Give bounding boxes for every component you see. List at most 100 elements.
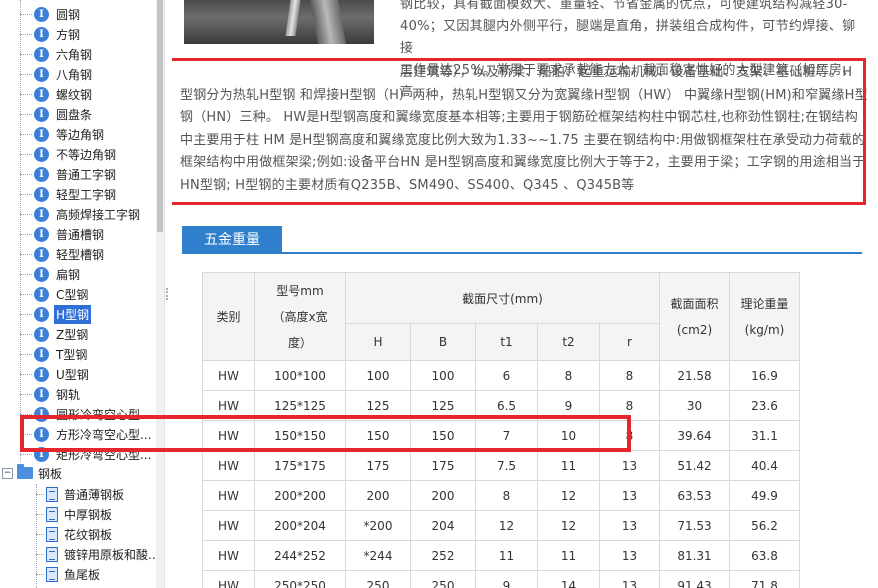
- steel-type-icon: I: [34, 146, 49, 162]
- tree-item[interactable]: I 六角钢: [20, 44, 94, 64]
- tree-item[interactable]: I 普通槽钢: [20, 224, 106, 244]
- scrollbar-thumb[interactable]: [157, 0, 163, 232]
- tree-item[interactable]: I 方钢: [20, 24, 82, 44]
- cell-t2: 14: [537, 570, 600, 588]
- cell-model: 100*100: [254, 360, 346, 391]
- header-r: r: [599, 323, 660, 361]
- tree-item[interactable]: I 等边角钢: [20, 124, 106, 144]
- tree-item-label: C型钢: [56, 287, 89, 302]
- cell-area: 81.31: [659, 540, 730, 571]
- h-beam-product-image: [184, 0, 374, 44]
- tree-item-label: 钢轨: [56, 387, 81, 402]
- cell-H: 200: [345, 480, 411, 511]
- tree-item-label: 圆盘条: [56, 107, 93, 122]
- tree-branch: [20, 273, 32, 275]
- intro-line: 钢比较，具有截面模数大、重量轻、节省金属的优点，可使建筑结构减轻30-: [400, 0, 848, 12]
- tree-item-label: 等边角钢: [56, 127, 105, 142]
- cell-H: 100: [345, 360, 411, 391]
- tree-item[interactable]: I 圆盘条: [20, 104, 94, 124]
- tree-leaf-label: 鱼尾板: [64, 567, 101, 582]
- header-model: 型号mm （高度x宽 度）: [254, 272, 346, 361]
- tree-item[interactable]: I 普通工字钢: [20, 164, 118, 184]
- tree-leaf[interactable]: 花纹钢板: [36, 524, 112, 544]
- steel-type-icon: I: [34, 326, 49, 342]
- tree-branch: [20, 53, 32, 55]
- cell-area: 71.53: [659, 510, 730, 541]
- tree-item[interactable]: I 扁钢: [20, 264, 82, 284]
- tab-hardware-weight[interactable]: 五金重量: [182, 226, 282, 252]
- tree-branch: [20, 173, 32, 175]
- header-section-size: 截面尺寸(mm): [345, 272, 660, 324]
- tree-item-label: Z型钢: [56, 327, 89, 342]
- cell-B: 250: [410, 570, 476, 588]
- header-area-line: 截面面积: [670, 296, 719, 311]
- tree-leaf[interactable]: 普通薄钢板: [36, 484, 124, 504]
- steel-type-icon: I: [34, 166, 49, 182]
- tree-item[interactable]: I Z型钢: [20, 324, 90, 344]
- document-icon: [46, 526, 58, 542]
- header-section-area: 截面面积 (cm2): [659, 272, 730, 361]
- document-icon: [46, 486, 58, 502]
- cell-model: 200*200: [254, 480, 346, 511]
- cell-H: *200: [345, 510, 411, 541]
- cell-t2: 12: [537, 510, 600, 541]
- tree-branch: [20, 333, 32, 335]
- tree-item[interactable]: I 轻型槽钢: [20, 244, 106, 264]
- cell-area: 21.58: [659, 360, 730, 391]
- steel-type-icon: I: [34, 66, 49, 82]
- tree-item[interactable]: I U型钢: [20, 364, 91, 384]
- tree-item-label: 八角钢: [56, 67, 93, 82]
- tree-leaf-label: 中厚钢板: [64, 507, 113, 522]
- cell-category: HW: [202, 510, 255, 541]
- document-icon: [46, 566, 58, 582]
- sidebar-scrollbar[interactable]: [156, 0, 164, 588]
- cell-model: 200*204: [254, 510, 346, 541]
- tree-item[interactable]: I 圆钢: [20, 4, 82, 24]
- tree-item[interactable]: I C型钢: [20, 284, 90, 304]
- pane-splitter[interactable]: [164, 0, 165, 588]
- header-theoretical-weight: 理论重量 (kg/m): [729, 272, 800, 361]
- cell-weight: 23.6: [729, 390, 800, 421]
- tree-branch: [20, 393, 32, 395]
- tree-item[interactable]: I 不等边角钢: [20, 144, 118, 164]
- tree-branch: [20, 213, 32, 215]
- tree-node-steel-plate[interactable]: − 钢板: [0, 462, 62, 484]
- tree-item[interactable]: I T型钢: [20, 344, 89, 364]
- tree-leaf[interactable]: 中厚钢板: [36, 504, 112, 524]
- steel-type-icon: I: [34, 86, 49, 102]
- header-weight-line: 理论重量: [740, 296, 789, 311]
- cell-r: 13: [599, 450, 660, 481]
- row-highlight-box: [20, 415, 631, 452]
- steel-type-icon: I: [34, 26, 49, 42]
- cell-category: HW: [202, 570, 255, 588]
- tree-item[interactable]: I 高频焊接工字钢: [20, 204, 142, 224]
- tree-item-label: 不等边角钢: [56, 147, 117, 162]
- tree-branch: [20, 93, 32, 95]
- cell-t2: 11: [537, 450, 600, 481]
- cell-r: 13: [599, 510, 660, 541]
- tree-leaf-label: 普通薄钢板: [64, 487, 125, 502]
- tree-item-label: 普通工字钢: [56, 167, 117, 182]
- tree-item[interactable]: I 螺纹钢: [20, 84, 94, 104]
- cell-weight: 31.1: [729, 420, 800, 451]
- collapse-toggle-icon[interactable]: −: [2, 467, 13, 479]
- tree-leaf[interactable]: 镀锌用原板和酸...: [36, 544, 159, 564]
- tree-leaf[interactable]: 鱼尾板: [36, 564, 100, 584]
- tree-item[interactable]: I H型钢: [20, 304, 92, 324]
- tree-branch: [36, 573, 44, 575]
- tree-branch: [20, 73, 32, 75]
- cell-t2: 12: [537, 480, 600, 511]
- tree-branch: [20, 293, 32, 295]
- cell-B: 204: [410, 510, 476, 541]
- tree-item[interactable]: I 轻型工字钢: [20, 184, 118, 204]
- tree-item[interactable]: I 八角钢: [20, 64, 94, 84]
- cell-area: 91.43: [659, 570, 730, 588]
- tree-item-label: 普通槽钢: [56, 227, 105, 242]
- steel-type-icon: I: [34, 226, 49, 242]
- tree-item[interactable]: I 钢轨: [20, 384, 82, 404]
- header-H: H: [345, 323, 411, 361]
- steel-type-icon: I: [34, 206, 49, 222]
- intro-line: 40%；又因其腿内外侧平行，腿端是直角，拼装组合成构件，可节约焊接、铆接: [400, 19, 856, 56]
- tree-branch: [36, 493, 44, 495]
- steel-type-icon: I: [34, 46, 49, 62]
